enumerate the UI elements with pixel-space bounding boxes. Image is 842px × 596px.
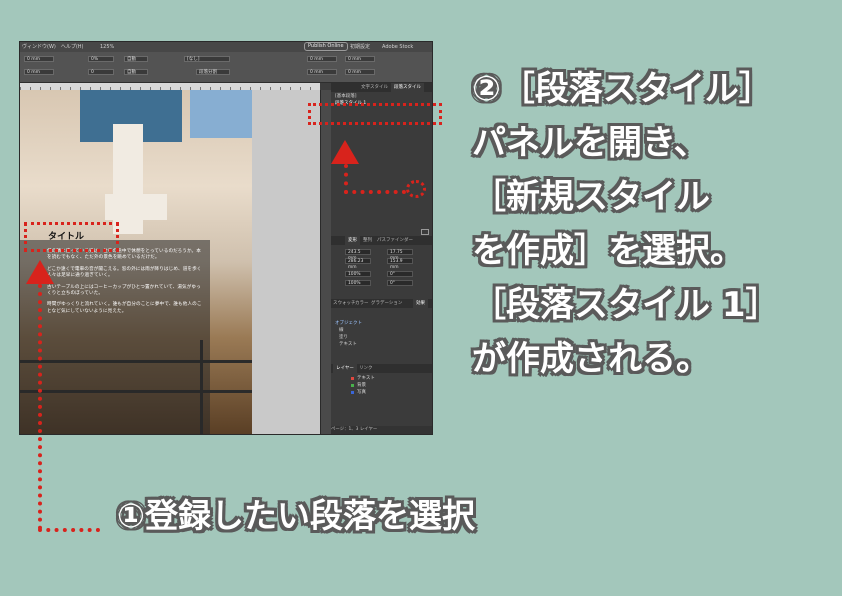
heading-highlight [24, 222, 119, 252]
scale-x-field[interactable]: 100% [345, 271, 371, 277]
indent-field-3[interactable]: 0 mm [345, 56, 375, 62]
arrow-up-icon [26, 260, 54, 284]
guide-line-horizontal [344, 190, 406, 194]
control-field-4[interactable]: 0 [88, 69, 114, 75]
tab-links[interactable]: リンク [359, 364, 373, 373]
layer-row[interactable]: 写真 [331, 389, 432, 396]
swatches-tabs: スウォッチ カラー グラデーション 効果 [331, 299, 432, 308]
tab-effects[interactable]: 効果 [413, 299, 428, 308]
step2-caption: ②［段落スタイル］ パネルを開き、 ［新規スタイル を作成］を選択。 ［段落スタ… [472, 69, 780, 379]
control-field-6[interactable]: 自動 [124, 69, 148, 75]
tab-character-styles[interactable]: 文字スタイル [361, 83, 388, 92]
publish-online-button[interactable]: Publish Online [304, 42, 348, 51]
w-field[interactable]: 17.75 mm [387, 249, 413, 261]
effect-row-fill[interactable]: 塗り [339, 335, 348, 341]
guide-line-vertical [38, 284, 42, 530]
layer-row[interactable]: 背景 [331, 382, 432, 389]
effect-row-stroke[interactable]: 線 [339, 328, 344, 334]
tab-color[interactable]: カラー [355, 299, 369, 308]
tab-gradient[interactable]: グラデーション [371, 299, 402, 308]
paragraph-styles-tabs: 段落スタイル 文字スタイル [331, 83, 432, 92]
body-text-frame[interactable]: 僕の隣に座っている男は、仕事の途中で休憩をとっているのだろうか。本を読むでもなく… [47, 249, 205, 320]
control-field-2[interactable]: 0 mm [24, 69, 54, 75]
indent-field-4[interactable]: 0 mm [345, 69, 375, 75]
layer-row[interactable]: テキスト [331, 375, 432, 382]
right-panels: 段落スタイル 文字スタイル [基本段落] 段落スタイル 1 変形 整列 パスファ… [331, 83, 432, 434]
style-dropdown[interactable]: [なし] [184, 56, 230, 62]
stock-search[interactable]: Adobe Stock [382, 42, 413, 52]
scale-y-field[interactable]: 100% [345, 280, 371, 286]
photo-beam [105, 194, 167, 220]
layer-color-swatch [351, 384, 354, 387]
indent-field-1[interactable]: 0 mm [307, 56, 337, 62]
shear-field[interactable]: 0° [387, 280, 413, 286]
guide-line-horizontal [38, 528, 100, 532]
layers-tabs: レイヤー リンク [331, 364, 432, 373]
control-bar: 0 mm 0 mm 0% 0 自動 自動 [なし] 段落分割 0 mm 0 mm… [20, 52, 432, 83]
photo-window [190, 90, 253, 138]
indent-field-2[interactable]: 0 mm [307, 69, 337, 75]
layer-name[interactable]: テキスト [357, 375, 375, 382]
new-style-icon[interactable] [421, 229, 429, 235]
step1-caption: ①登録したい段落を選択 [117, 496, 475, 535]
style-basic-paragraph[interactable]: [基本段落] [335, 94, 357, 100]
h-field[interactable]: 153.9 mm [387, 258, 413, 270]
tab-pathfinder[interactable]: パスファインダー [377, 236, 413, 245]
tab-layers[interactable]: レイヤー [333, 364, 357, 373]
tab-swatches[interactable]: スウォッチ [333, 299, 356, 308]
effect-row-text[interactable]: テキスト [339, 342, 357, 348]
menu-bar: ヴィンドウ(W) ヘルプ(H) 125% Publish Online 初期設定… [20, 42, 432, 52]
layer-color-swatch [351, 391, 354, 394]
tab-transform[interactable]: 変形 [345, 236, 360, 245]
x-field[interactable]: 243.5 mm [345, 249, 371, 261]
control-field-1[interactable]: 0 mm [24, 56, 54, 62]
y-field[interactable]: 286.23 mm [345, 258, 371, 270]
new-style-button-highlight [406, 180, 426, 198]
zoom-level[interactable]: 125% [100, 42, 114, 52]
layer-name[interactable]: 写真 [357, 389, 366, 396]
transform-tabs: 変形 整列 パスファインダー [331, 236, 432, 245]
tab-paragraph-styles[interactable]: 段落スタイル [391, 83, 424, 92]
workspace-switcher[interactable]: 初期設定 [350, 42, 370, 52]
effect-row-object[interactable]: オブジェクト [335, 321, 362, 327]
layer-color-swatch [351, 377, 354, 380]
paragraph-style-highlight [308, 103, 442, 125]
tab-align[interactable]: 整列 [363, 236, 372, 245]
pasteboard [252, 90, 320, 434]
layer-name[interactable]: 背景 [357, 382, 366, 389]
rotate-field[interactable]: 0° [387, 271, 413, 277]
layers-status: ページ：1、3 レイヤー [331, 426, 432, 434]
paragraph-split-toggle[interactable]: 段落分割 [196, 69, 230, 75]
body-paragraph[interactable]: 古いテーブルの上にはコーヒーカップがひとつ置かれていて、湯気がゆっくりと立ちのぼ… [47, 285, 205, 298]
control-field-3[interactable]: 0% [88, 56, 114, 62]
body-paragraph[interactable]: 時間がゆっくりと流れていく。誰もが自分のことに夢中で、誰も他人のことなど気にして… [47, 302, 205, 315]
control-field-5[interactable]: 自動 [124, 56, 148, 62]
menu-left[interactable]: ヴィンドウ(W) ヘルプ(H) [22, 42, 84, 52]
body-paragraph[interactable]: どこか遠くで電車の音が聞こえる。窓の外には雨が降りはじめ、道を歩く人々は足早に通… [47, 267, 205, 280]
arrow-up-icon [331, 140, 359, 164]
